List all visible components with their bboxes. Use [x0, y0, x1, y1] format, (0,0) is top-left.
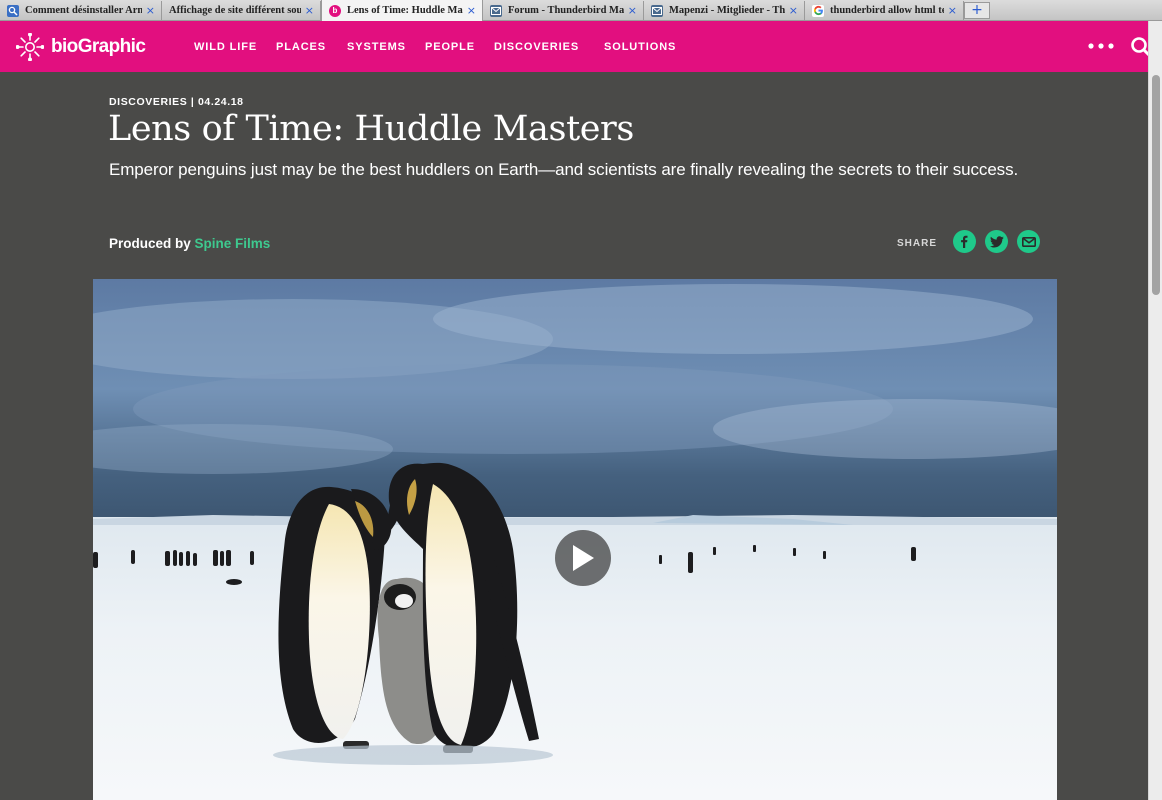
nav-item-places[interactable]: PLACES: [276, 41, 326, 53]
close-tab-icon[interactable]: ×: [467, 4, 476, 17]
nav-item-people[interactable]: PEOPLE: [425, 41, 475, 53]
facebook-share-button[interactable]: [953, 230, 976, 253]
close-tab-icon[interactable]: ×: [305, 4, 314, 17]
twitter-share-button[interactable]: [985, 230, 1008, 253]
email-icon: [1021, 236, 1036, 247]
article-dek: Emperor penguins just may be the best hu…: [109, 160, 1019, 179]
producer-link[interactable]: Spine Films: [195, 236, 271, 251]
article-kicker: DISCOVERIES | 04.24.18: [109, 96, 244, 108]
forum-favicon-icon: [651, 4, 663, 17]
share-label: SHARE: [897, 238, 938, 249]
close-tab-icon[interactable]: ×: [628, 4, 637, 17]
twitter-icon: [989, 235, 1004, 247]
close-tab-icon[interactable]: ×: [948, 4, 957, 17]
logo-wordmark: bioGraphic: [51, 36, 146, 57]
tab-title: Lens of Time: Huddle Mas: [347, 5, 463, 16]
tab-title: Forum - Thunderbird Mai: [508, 5, 624, 16]
play-button[interactable]: [555, 530, 611, 586]
new-tab-button[interactable]: +: [964, 2, 990, 19]
site-header: bioGraphic WILD LIFE PLACES SYSTEMS PEOP…: [0, 21, 1152, 72]
close-tab-icon[interactable]: ×: [146, 4, 155, 17]
browser-tab[interactable]: thunderbird allow html tex ×: [805, 1, 964, 20]
google-favicon-icon: [812, 4, 824, 17]
tab-title: Affichage de site différent sous: [169, 5, 301, 16]
nav-item-solutions[interactable]: SOLUTIONS: [604, 41, 676, 53]
browser-tab-active[interactable]: b Lens of Time: Huddle Mas ×: [321, 0, 483, 21]
nav-item-discoveries[interactable]: DISCOVERIES: [494, 41, 579, 53]
browser-tab[interactable]: Mapenzi - Mitglieder - Thu ×: [644, 1, 805, 20]
tab-title: Mapenzi - Mitglieder - Thu: [669, 5, 785, 16]
browser-tab-strip: Comment désinstaller Arn × Affichage de …: [0, 0, 1162, 21]
tab-title: Comment désinstaller Arn: [25, 5, 142, 16]
more-menu-icon[interactable]: [1088, 43, 1114, 49]
play-icon: [573, 545, 594, 571]
article-byline: Produced by Spine Films: [109, 236, 270, 251]
close-tab-icon[interactable]: ×: [789, 4, 798, 17]
scrollbar-thumb[interactable]: [1152, 75, 1160, 295]
article-title: Lens of Time: Huddle Masters: [108, 109, 634, 149]
browser-tab[interactable]: Affichage de site différent sous ×: [162, 1, 321, 20]
vertical-scrollbar[interactable]: [1148, 21, 1162, 800]
nav-item-systems[interactable]: SYSTEMS: [347, 41, 406, 53]
nav-item-wild-life[interactable]: WILD LIFE: [194, 41, 257, 53]
tab-title: thunderbird allow html tex: [830, 5, 944, 16]
browser-tab[interactable]: Forum - Thunderbird Mai ×: [483, 1, 644, 20]
email-share-button[interactable]: [1017, 230, 1040, 253]
video-player[interactable]: [93, 279, 1057, 800]
byline-prefix: Produced by: [109, 236, 191, 251]
sunburst-logo-icon: [16, 33, 44, 61]
facebook-icon: [961, 235, 968, 248]
biographic-favicon-icon: b: [329, 4, 341, 17]
search-favicon-icon: [7, 4, 19, 17]
browser-tab[interactable]: Comment désinstaller Arn ×: [0, 1, 162, 20]
forum-favicon-icon: [490, 4, 502, 17]
site-logo[interactable]: bioGraphic: [16, 33, 146, 61]
